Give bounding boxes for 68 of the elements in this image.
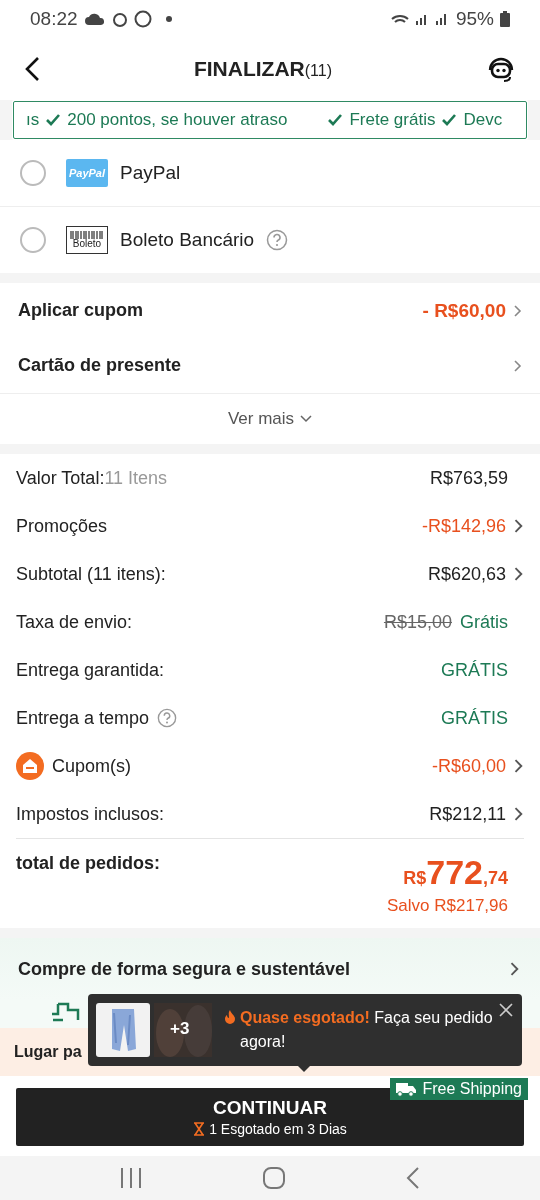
battery-level: 95% — [455, 8, 494, 30]
chevron-icon[interactable] — [514, 759, 524, 773]
flame-icon — [224, 1010, 236, 1024]
battery-icon — [500, 11, 510, 27]
close-icon[interactable] — [498, 1002, 514, 1018]
chevron-icon — [300, 415, 313, 423]
summary-label: Promoções — [16, 515, 108, 537]
summary-value: R$763,59 — [429, 467, 508, 489]
summary-label: Subtotal (11 itens): — [16, 563, 166, 585]
secure-banner[interactable]: Compre de forma segura e sustentável — [0, 938, 540, 1000]
recent-apps-icon[interactable] — [120, 1168, 142, 1188]
secure-title: Compre de forma segura e sustentável — [18, 958, 351, 980]
total-label: total de pedidos: — [16, 853, 160, 875]
hourglass-icon — [193, 1122, 206, 1136]
radio-button[interactable] — [20, 227, 46, 253]
back-icon[interactable] — [24, 56, 40, 82]
benefit-text: Frete grátis — [349, 110, 436, 130]
summary-label: Impostos inclusos: — [16, 803, 165, 825]
chevron-icon[interactable] — [514, 567, 524, 581]
truck-icon — [396, 1081, 417, 1097]
more-items-count: +3 — [170, 1019, 190, 1039]
total-price: R$772,74 — [403, 853, 508, 892]
summary-label: Taxa de envio: — [16, 611, 133, 633]
status-time: 08:22 — [30, 8, 78, 30]
see-more-button[interactable]: Ver mais — [221, 408, 319, 430]
chevron-icon — [514, 304, 522, 317]
popup-message: Quase esgotado! Faça seu pedido agora! — [240, 1008, 494, 1052]
option-row[interactable]: Aplicar cupom - R$60,00 — [0, 283, 540, 338]
summary-value: GRÁTIS — [441, 659, 508, 681]
chevron-icon — [510, 962, 520, 976]
home-icon[interactable] — [262, 1166, 286, 1190]
summary-value: Grátis — [460, 611, 508, 633]
benefit-text: 200 pontos, se houver atraso — [67, 110, 288, 130]
option-label: Aplicar cupom — [18, 300, 145, 321]
summary-label: Valor Total:11 Itens — [16, 467, 168, 489]
summary-value: R$212,11 — [429, 803, 506, 825]
check-icon — [327, 113, 344, 127]
page-title: FINALIZAR(11) — [193, 57, 333, 81]
delivery-icon — [50, 1000, 82, 1022]
summary-value: R$620,63 — [427, 563, 506, 585]
check-icon — [441, 113, 458, 127]
radio-button[interactable] — [20, 160, 46, 186]
help-icon[interactable] — [266, 229, 289, 251]
summary-value: -R$142,96 — [421, 515, 506, 537]
summary-label: Cupom(s) — [52, 755, 131, 777]
saved-amount: Salvo R$217,96 — [387, 896, 508, 916]
summary-label: Entrega a tempo — [16, 707, 150, 729]
summary-label: Entrega garantida: — [16, 659, 165, 681]
option-label: Cartão de presente — [18, 355, 183, 376]
original-price: R$15,00 — [383, 611, 452, 633]
notification-dot — [165, 16, 172, 22]
chevron-icon[interactable] — [514, 807, 524, 821]
benefit-text: ıs — [26, 110, 40, 130]
chevron-icon[interactable] — [514, 519, 524, 533]
rewards-text: Lugar pa — [14, 1043, 82, 1061]
paypal-logo: PayPal — [66, 159, 108, 187]
coupon-value: - R$60,00 — [422, 299, 506, 322]
help-icon[interactable] — [157, 708, 178, 728]
check-icon — [45, 113, 62, 127]
summary-value: -R$60,00 — [431, 755, 506, 777]
benefit-text: Devc — [463, 110, 503, 130]
chevron-icon — [514, 359, 522, 372]
cloud-icon — [83, 12, 106, 26]
payment-name: PayPal — [120, 162, 181, 184]
boleto-logo: Boleto — [66, 226, 108, 254]
option-row[interactable]: Cartão de presente — [0, 338, 540, 393]
summary-value: GRÁTIS — [441, 707, 508, 729]
payment-name: Boleto Bancário — [120, 229, 255, 251]
